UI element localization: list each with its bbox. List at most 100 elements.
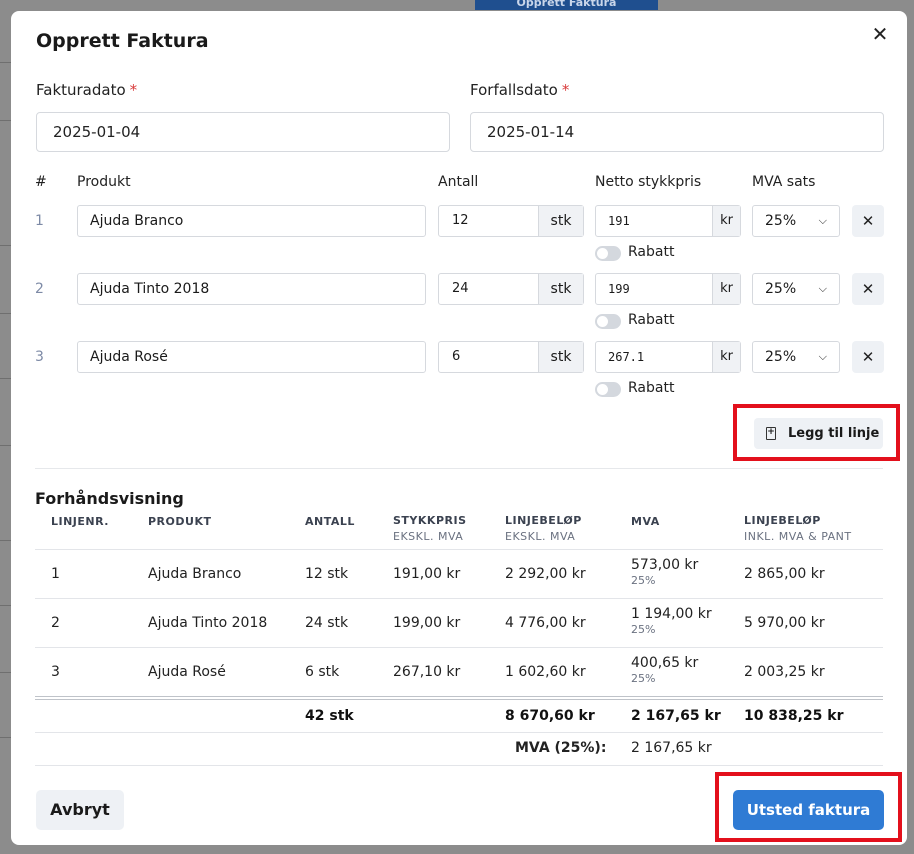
background-divider	[0, 378, 11, 379]
vat-rate-select[interactable]: 25% ⌵	[752, 205, 840, 237]
discount-label: Rabatt	[628, 244, 675, 260]
total-vat: 2 167,65 kr	[631, 708, 721, 724]
background-divider	[0, 313, 11, 314]
preview-vat: 1 194,00 kr 25%	[631, 606, 712, 636]
cancel-button[interactable]: Avbryt	[36, 790, 124, 830]
product-header: Produkt	[77, 174, 131, 190]
background-divider	[0, 245, 11, 246]
quantity-value: 24	[452, 281, 469, 296]
vat-column-header: MVA	[631, 515, 660, 528]
preview-unit-price: 199,00 kr	[393, 615, 461, 631]
product-column-header: PRODUKT	[148, 515, 212, 528]
preview-unit-price: 191,00 kr	[393, 566, 461, 582]
quantity-input[interactable]: 12 stk	[438, 205, 584, 237]
add-line-button[interactable]: + Legg til linje	[754, 418, 883, 449]
preview-title: Forhåndsvisning	[35, 489, 184, 508]
vat-rate-value: 25%	[765, 213, 797, 229]
currency-addon: kr	[712, 342, 740, 372]
background-divider	[0, 445, 11, 446]
product-input[interactable]: Ajuda Rosé	[77, 341, 426, 373]
total-line-amount: 8 670,60 kr	[505, 708, 595, 724]
line-number: 3	[35, 349, 44, 365]
background-divider	[0, 120, 11, 121]
vat-rate-value: 25%	[765, 281, 797, 297]
preview-quantity: 12 stk	[305, 566, 349, 582]
discount-label: Rabatt	[628, 312, 675, 328]
table-row-divider	[35, 598, 883, 599]
product-input[interactable]: Ajuda Branco	[77, 205, 426, 237]
remove-line-button[interactable]: ✕	[852, 273, 884, 305]
issue-invoice-button[interactable]: Utsted faktura	[733, 790, 884, 830]
unit-addon: stk	[538, 342, 583, 372]
unit-price-column-header: STYKKPRIS EKSKL. MVA	[393, 514, 467, 543]
quantity-input[interactable]: 6 stk	[438, 341, 584, 373]
create-invoice-modal: Opprett Faktura ✕ Fakturadato * 2025-01-0…	[11, 11, 907, 845]
add-line-label: Legg til linje	[788, 426, 880, 441]
preview-line-no: 2	[51, 615, 60, 631]
preview-product: Ajuda Rosé	[148, 664, 226, 680]
quantity-value: 12	[452, 213, 469, 228]
price-value: 267.1	[608, 350, 645, 364]
preview-line-no: 1	[51, 566, 60, 582]
background-create-invoice-button: Opprett Faktura	[475, 0, 658, 10]
line-amount-column-header: LINJEBELØP EKSKL. MVA	[505, 514, 582, 543]
background-divider	[0, 672, 11, 673]
preview-vat: 400,65 kr 25%	[631, 655, 699, 685]
vat-rate-header: MVA sats	[752, 174, 816, 190]
preview-line-no: 3	[51, 664, 60, 680]
total-quantity: 42 stk	[305, 708, 354, 724]
price-value: 191	[608, 214, 630, 228]
preview-vat: 573,00 kr 25%	[631, 557, 699, 587]
discount-toggle[interactable]	[595, 314, 621, 329]
net-price-input[interactable]: 267.1 kr	[595, 341, 741, 373]
preview-product: Ajuda Branco	[148, 566, 242, 582]
preview-quantity: 6 stk	[305, 664, 340, 680]
quantity-header: Antall	[438, 174, 479, 190]
discount-label: Rabatt	[628, 380, 675, 396]
preview-product: Ajuda Tinto 2018	[148, 615, 268, 631]
net-price-input[interactable]: 199 kr	[595, 273, 741, 305]
price-value: 199	[608, 282, 630, 296]
discount-toggle[interactable]	[595, 382, 621, 397]
chevron-down-icon: ⌵	[818, 350, 827, 363]
currency-addon: kr	[712, 206, 740, 236]
background-divider	[0, 737, 11, 738]
totals-double-divider	[35, 699, 883, 700]
vat-rate-select[interactable]: 25% ⌵	[752, 341, 840, 373]
unit-addon: stk	[538, 206, 583, 236]
line-number: 2	[35, 281, 44, 297]
preview-line-total: 2 865,00 kr	[744, 566, 825, 582]
net-unit-price-header: Netto stykkpris	[595, 174, 702, 190]
table-row-divider	[35, 732, 883, 733]
due-date-field[interactable]: 2025-01-14	[470, 112, 884, 152]
unit-addon: stk	[538, 274, 583, 304]
close-icon[interactable]: ✕	[869, 23, 891, 45]
table-row-divider	[35, 549, 883, 550]
section-divider	[35, 468, 883, 469]
quantity-input[interactable]: 24 stk	[438, 273, 584, 305]
net-price-input[interactable]: 191 kr	[595, 205, 741, 237]
toggle-knob	[597, 248, 608, 259]
chevron-down-icon: ⌵	[818, 214, 827, 227]
line-number: 1	[35, 213, 44, 229]
toggle-knob	[597, 316, 608, 327]
chevron-down-icon: ⌵	[818, 282, 827, 295]
background-divider	[0, 62, 11, 63]
preview-unit-price: 267,10 kr	[393, 664, 461, 680]
line-no-column-header: LINJENR.	[51, 515, 109, 528]
preview-line-amount: 4 776,00 kr	[505, 615, 586, 631]
preview-quantity: 24 stk	[305, 615, 349, 631]
background-divider	[0, 605, 11, 606]
vat-summary-label: MVA (25%):	[515, 740, 607, 756]
add-document-icon: +	[766, 427, 776, 440]
vat-rate-select[interactable]: 25% ⌵	[752, 273, 840, 305]
remove-line-button[interactable]: ✕	[852, 341, 884, 373]
invoice-date-field[interactable]: 2025-01-04	[36, 112, 450, 152]
invoice-date-label: Fakturadato *	[36, 81, 138, 99]
preview-line-amount: 1 602,60 kr	[505, 664, 586, 680]
discount-toggle[interactable]	[595, 246, 621, 261]
product-input[interactable]: Ajuda Tinto 2018	[77, 273, 426, 305]
vat-summary-value: 2 167,65 kr	[631, 740, 712, 756]
remove-line-button[interactable]: ✕	[852, 205, 884, 237]
preview-line-total: 2 003,25 kr	[744, 664, 825, 680]
